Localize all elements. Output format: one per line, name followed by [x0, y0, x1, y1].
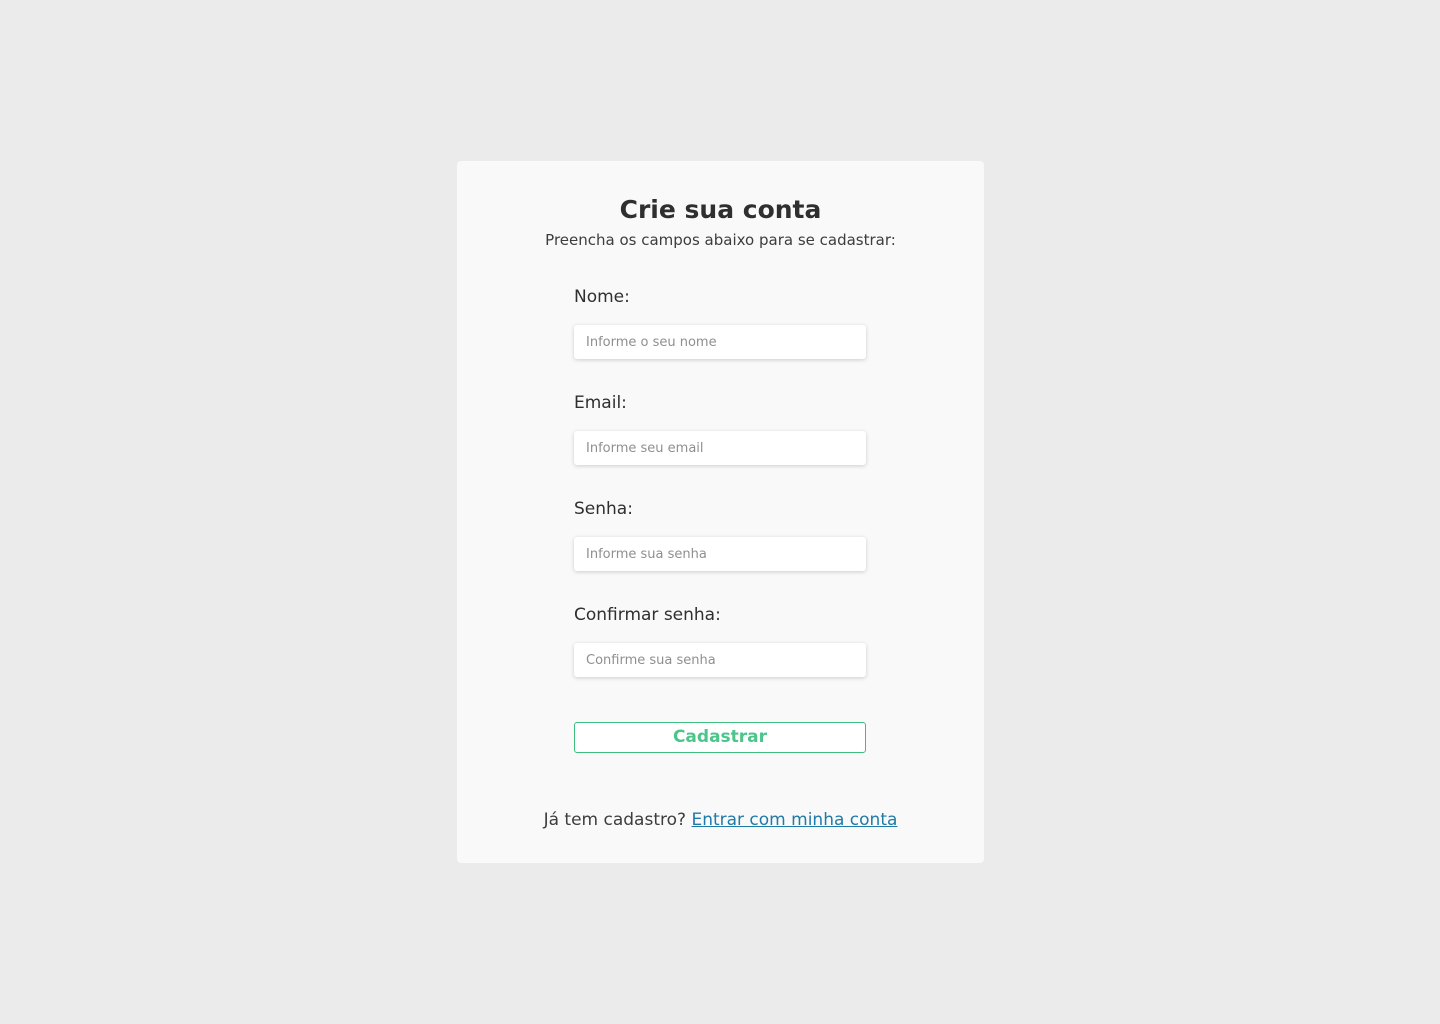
confirm-password-label: Confirmar senha: [574, 605, 721, 625]
login-prompt-text: Já tem cadastro? [543, 810, 687, 830]
password-label: Senha: [574, 499, 633, 519]
email-input[interactable] [574, 431, 866, 465]
page-subtitle: Preencha os campos abaixo para se cadast… [545, 231, 896, 249]
name-label: Nome: [574, 287, 630, 307]
signup-card: Crie sua conta Preencha os campos abaixo… [457, 161, 984, 863]
login-link[interactable]: Entrar com minha conta [691, 810, 897, 830]
password-input[interactable] [574, 537, 866, 571]
email-label: Email: [574, 393, 627, 413]
name-input[interactable] [574, 325, 866, 359]
register-button[interactable]: Cadastrar [574, 722, 866, 753]
confirm-password-input[interactable] [574, 643, 866, 677]
page-title: Crie sua conta [619, 195, 822, 224]
login-prompt: Já tem cadastro? Entrar com minha conta [457, 808, 984, 832]
